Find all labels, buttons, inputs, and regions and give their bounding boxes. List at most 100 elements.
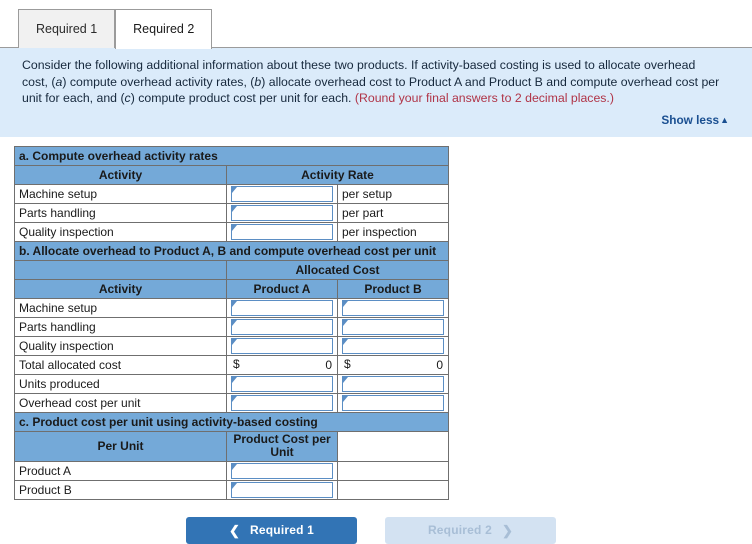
unit-label-per-inspection: per inspection [337, 221, 449, 242]
input-rate-machine-setup[interactable] [231, 185, 333, 202]
unit-label-per-setup: per setup [337, 183, 449, 204]
section-b-group-spacer [14, 259, 227, 280]
section-b-col-activity: Activity [14, 278, 227, 299]
section-a-title: a. Compute overhead activity rates [14, 145, 449, 166]
cell-rate-machine-setup [226, 183, 338, 204]
section-a-col-activity-rate: Activity Rate [226, 164, 449, 185]
input-alloc-quality-inspection-product-a[interactable] [231, 337, 333, 354]
section-c-title: c. Product cost per unit using activity-… [14, 411, 449, 432]
section-a-title-row: a. Compute overhead activity rates [14, 145, 449, 166]
row-label-parts-handling-a: Parts handling [14, 202, 227, 223]
currency-symbol-product-a: $ [233, 356, 240, 371]
show-less-row: Show less▲ [22, 113, 738, 127]
cell-rate-quality-inspection [226, 221, 338, 242]
input-alloc-parts-handling-product-b[interactable] [342, 318, 444, 335]
input-rate-quality-inspection[interactable] [231, 223, 333, 240]
instructions-text-part4: ) compute product cost per unit for each… [130, 91, 355, 105]
tab-required-1-label: Required 1 [36, 22, 98, 36]
section-b-title: b. Allocate overhead to Product A, B and… [14, 240, 449, 261]
input-alloc-parts-handling-product-a[interactable] [231, 318, 333, 335]
currency-symbol-product-b: $ [344, 356, 351, 371]
chevron-right-icon: ❯ [501, 522, 514, 538]
section-c-col-per-unit: Per Unit [14, 430, 227, 462]
required-1-nav-button-label: Required 1 [250, 523, 315, 537]
total-allocated-cost-product-a-value: 0 [325, 357, 332, 372]
instructions-text-part2: ) compute overhead activity rates, ( [62, 74, 255, 89]
cell-product-cost-per-unit-b [226, 479, 338, 500]
table-row: Product A [14, 460, 449, 481]
show-less-label: Show less [661, 112, 720, 127]
section-a-header-row: Activity Activity Rate [14, 164, 449, 185]
section-b-header-row: Activity Product A Product B [14, 278, 449, 299]
input-overhead-cost-per-unit-product-a[interactable] [231, 394, 333, 411]
instructions-text: Consider the following additional inform… [22, 57, 722, 107]
table-row: Quality inspection per inspection [14, 221, 449, 242]
section-a-col-activity: Activity [14, 164, 227, 185]
worksheet-container: a. Compute overhead activity rates Activ… [0, 137, 752, 500]
input-alloc-quality-inspection-product-b[interactable] [342, 337, 444, 354]
table-row: Product B [14, 479, 449, 500]
row-label-machine-setup-a: Machine setup [14, 183, 227, 204]
row-label-quality-inspection-a: Quality inspection [14, 221, 227, 242]
input-product-cost-per-unit-product-b[interactable] [231, 481, 333, 498]
section-b-col-product-b: Product B [337, 278, 449, 299]
navigation-button-bar: ❮ Required 1 Required 2 ❯ [0, 516, 752, 544]
cell-product-cost-per-unit-a [226, 460, 338, 481]
section-c-row-spacer-b [337, 479, 449, 500]
cell-total-allocated-cost-product-b: $ 0 [337, 354, 449, 375]
section-b-group-header-row: Allocated Cost [14, 259, 449, 280]
input-rate-parts-handling[interactable] [231, 204, 333, 221]
section-c-title-row: c. Product cost per unit using activity-… [14, 411, 449, 432]
row-label-parts-handling-b: Parts handling [14, 316, 227, 337]
row-label-product-b: Product B [14, 479, 227, 500]
input-overhead-cost-per-unit-product-b[interactable] [342, 394, 444, 411]
required-2-nav-button-label: Required 2 [427, 523, 492, 537]
section-b-group-allocated-cost: Allocated Cost [226, 259, 449, 280]
row-label-total-allocated-cost: Total allocated cost [14, 354, 227, 375]
cell-alloc-machine-setup-a [226, 297, 338, 318]
tab-strip: Required 1 Required 2 [0, 0, 752, 49]
table-row: Quality inspection [14, 335, 449, 356]
cell-alloc-quality-inspection-a [226, 335, 338, 356]
table-row-total-allocated-cost: Total allocated cost $ 0 $ 0 [14, 354, 449, 375]
required-2-nav-button[interactable]: Required 2 ❯ [385, 516, 556, 544]
cell-units-produced-a [226, 373, 338, 394]
input-alloc-machine-setup-product-a[interactable] [231, 299, 333, 316]
section-c-row-spacer-a [337, 460, 449, 481]
input-product-cost-per-unit-product-a[interactable] [231, 462, 333, 479]
row-label-quality-inspection-b: Quality inspection [14, 335, 227, 356]
section-c-header-row: Per Unit Product Cost per Unit [14, 430, 449, 462]
table-row: Parts handling per part [14, 202, 449, 223]
cell-alloc-parts-handling-a [226, 316, 338, 337]
cell-rate-parts-handling [226, 202, 338, 223]
row-label-units-produced: Units produced [14, 373, 227, 394]
cell-overhead-cost-per-unit-a [226, 392, 338, 413]
input-alloc-machine-setup-product-b[interactable] [342, 299, 444, 316]
instructions-rounding-note: (Round your final answers to 2 decimal p… [354, 91, 614, 105]
unit-label-per-part: per part [337, 202, 449, 223]
cell-overhead-cost-per-unit-b [337, 392, 449, 413]
input-units-produced-product-b[interactable] [342, 375, 444, 392]
row-label-machine-setup-b: Machine setup [14, 297, 227, 318]
required-1-nav-button[interactable]: ❮ Required 1 [186, 516, 357, 544]
tab-required-2[interactable]: Required 2 [115, 9, 213, 49]
total-allocated-cost-product-b-value: 0 [436, 357, 443, 372]
cell-alloc-machine-setup-b [337, 297, 449, 318]
row-label-overhead-cost-per-unit: Overhead cost per unit [14, 392, 227, 413]
section-b-title-row: b. Allocate overhead to Product A, B and… [14, 240, 449, 261]
cell-alloc-quality-inspection-b [337, 335, 449, 356]
section-c-col-product-cost-per-unit: Product Cost per Unit [226, 430, 338, 462]
table-row: Machine setup per setup [14, 183, 449, 204]
row-label-product-a: Product A [14, 460, 227, 481]
input-units-produced-product-a[interactable] [231, 375, 333, 392]
caret-up-icon: ▲ [720, 114, 729, 125]
instructions-panel: Consider the following additional inform… [0, 48, 752, 137]
table-row: Units produced [14, 373, 449, 394]
tab-required-1[interactable]: Required 1 [18, 9, 116, 48]
show-less-link[interactable]: Show less▲ [661, 113, 729, 127]
table-row: Overhead cost per unit [14, 392, 449, 413]
section-c-header-spacer [337, 430, 449, 462]
tab-required-2-label: Required 2 [133, 22, 195, 36]
table-row: Parts handling [14, 316, 449, 337]
cell-alloc-parts-handling-b [337, 316, 449, 337]
